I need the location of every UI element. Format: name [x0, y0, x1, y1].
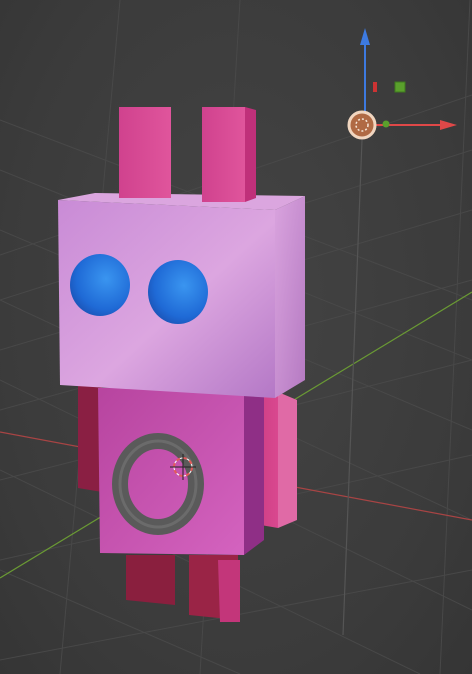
robot-ears[interactable] — [119, 107, 256, 202]
x-label-marker — [373, 82, 377, 92]
robot-legs[interactable] — [126, 555, 240, 622]
viewport-scene — [0, 0, 472, 674]
robot-left-eye — [70, 254, 130, 316]
green-square-marker — [394, 81, 406, 93]
robot-right-eye — [148, 260, 208, 324]
3d-viewport[interactable] — [0, 0, 472, 674]
light-gizmo[interactable] — [347, 28, 457, 140]
sun-lamp-icon — [347, 110, 377, 140]
z-axis-line — [342, 139, 363, 636]
camera-indicator — [382, 120, 390, 128]
